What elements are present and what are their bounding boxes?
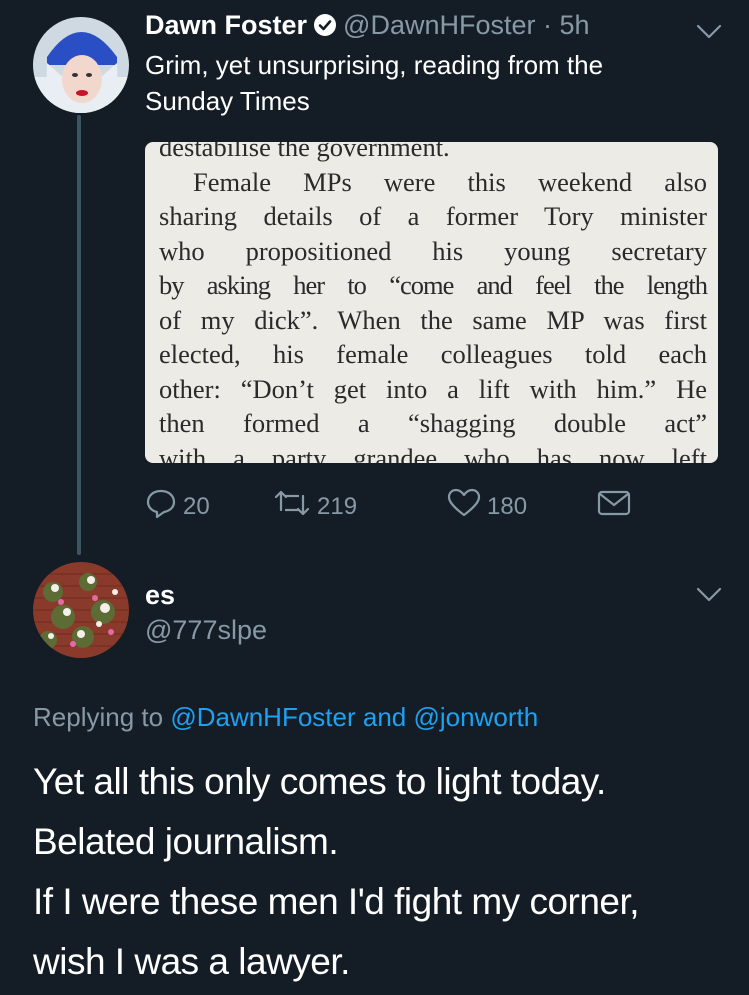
- avatar-image: [33, 562, 129, 658]
- reply-author-name[interactable]: es: [145, 580, 175, 611]
- like-button[interactable]: 180: [447, 487, 527, 526]
- thread-connector-line: [77, 115, 81, 555]
- clipping-line: sharing details of a former Tory ministe…: [159, 201, 707, 231]
- verified-badge-icon: [313, 13, 337, 44]
- retweet-icon: [273, 487, 311, 526]
- avatar-image: [33, 17, 129, 113]
- heart-icon: [447, 487, 481, 526]
- reply-author-handle[interactable]: @777slpe: [145, 615, 267, 646]
- author-avatar[interactable]: [33, 17, 129, 113]
- reply-text-line: wish I was a lawyer.: [33, 941, 350, 982]
- tweet-text: Grim, yet unsurprising, reading from the…: [145, 47, 705, 119]
- direct-message-button[interactable]: [597, 489, 631, 524]
- reply-more-chevron-down-icon[interactable]: [694, 585, 724, 605]
- tweet-text-line: Sunday Times: [145, 86, 310, 116]
- reply-tweet-text: Yet all this only comes to light today. …: [33, 752, 733, 992]
- tweet-timestamp[interactable]: 5h: [560, 10, 590, 40]
- reply-text-line: Belated journalism.: [33, 821, 339, 862]
- tweet-header: Dawn Foster @DawnHFoster · 5h: [145, 10, 590, 44]
- retweet-count: 219: [317, 492, 358, 520]
- mention-link-dawnhfoster[interactable]: @DawnHFoster: [170, 702, 355, 732]
- tweet-text-line: Grim, yet unsurprising, reading from the: [145, 50, 604, 80]
- mention-link-jonworth[interactable]: @jonworth: [414, 702, 539, 732]
- reply-count: 20: [183, 492, 210, 520]
- newspaper-clipping-text: destabilise the government. Female MPs w…: [159, 142, 708, 464]
- mention-and-link[interactable]: and: [363, 702, 406, 732]
- reply-author-avatar[interactable]: [33, 562, 129, 658]
- tweet-more-chevron-down-icon[interactable]: [694, 22, 724, 42]
- clipping-line: then formed a “shagging double act”: [159, 408, 707, 438]
- reply-button[interactable]: 20: [145, 487, 210, 526]
- retweet-button[interactable]: 219: [273, 487, 357, 526]
- replying-to-line: Replying to @DawnHFoster and @jonworth: [33, 702, 538, 733]
- clipping-line: by asking her to “come and feel the leng…: [159, 270, 708, 300]
- clipping-line: with a party grandee who has now left: [159, 442, 707, 464]
- tweet-attached-image[interactable]: destabilise the government. Female MPs w…: [145, 142, 718, 463]
- timestamp-separator: ·: [536, 10, 560, 40]
- reply-icon: [145, 487, 177, 526]
- author-name[interactable]: Dawn Foster: [145, 10, 307, 40]
- clipping-line: Female MPs were this weekend also: [193, 166, 707, 197]
- clipping-line: elected, his female colleagues told each: [159, 339, 707, 369]
- separator-dot: ·: [543, 10, 553, 40]
- clipping-line: of my dick”. When the same MP was first: [159, 304, 707, 335]
- clipping-line: who propositioned his young secretary: [159, 235, 707, 266]
- like-count: 180: [487, 492, 528, 520]
- author-handle[interactable]: @DawnHFoster: [343, 10, 535, 40]
- envelope-icon: [597, 489, 631, 524]
- clipping-line: destabilise the government.: [159, 142, 450, 162]
- reply-text-line: If I were these men I'd fight my corner,: [33, 881, 640, 922]
- reply-text-line: Yet all this only comes to light today.: [33, 761, 606, 802]
- replying-to-label: Replying to: [33, 702, 164, 732]
- clipping-line: other: “Don’t get into a lift with him.”…: [159, 373, 707, 404]
